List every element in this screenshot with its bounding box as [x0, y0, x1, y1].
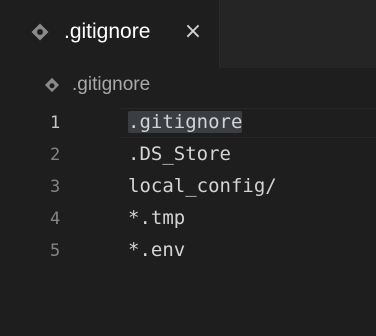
line-number: 3: [50, 177, 61, 197]
code-line[interactable]: 3 local_config/: [0, 171, 376, 203]
code-line[interactable]: 4 *.tmp: [0, 203, 376, 235]
breadcrumb-item-file[interactable]: .gitignore: [72, 73, 150, 97]
line-number: 4: [50, 209, 61, 229]
line-text[interactable]: .gitignore: [128, 109, 243, 135]
gitignore-file-icon: [44, 77, 60, 93]
tab-label[interactable]: .gitignore: [64, 19, 150, 45]
selection-highlight: .gitignore: [128, 111, 243, 133]
line-text[interactable]: *.env: [128, 237, 185, 263]
line-number: 2: [50, 145, 61, 165]
code-line[interactable]: 1 .gitignore: [0, 107, 376, 139]
breadcrumb: .gitignore: [0, 68, 376, 104]
tab-bar: .gitignore ×: [0, 0, 376, 68]
line-number: 1: [50, 113, 61, 133]
code-line[interactable]: 5 *.env: [0, 235, 376, 267]
code-editor: .gitignore × .gitignore 1 .gitignore 2 .…: [0, 0, 376, 336]
close-icon[interactable]: ×: [183, 20, 203, 44]
code-area[interactable]: 1 .gitignore 2 .DS_Store 3 local_config/…: [0, 107, 376, 267]
line-text[interactable]: local_config/: [128, 173, 277, 199]
gitignore-file-icon: [31, 23, 49, 41]
line-text[interactable]: .DS_Store: [128, 141, 231, 167]
tab-gitignore[interactable]: .gitignore ×: [0, 0, 220, 68]
line-number: 5: [50, 241, 61, 261]
code-line[interactable]: 2 .DS_Store: [0, 139, 376, 171]
line-text[interactable]: *.tmp: [128, 205, 185, 231]
